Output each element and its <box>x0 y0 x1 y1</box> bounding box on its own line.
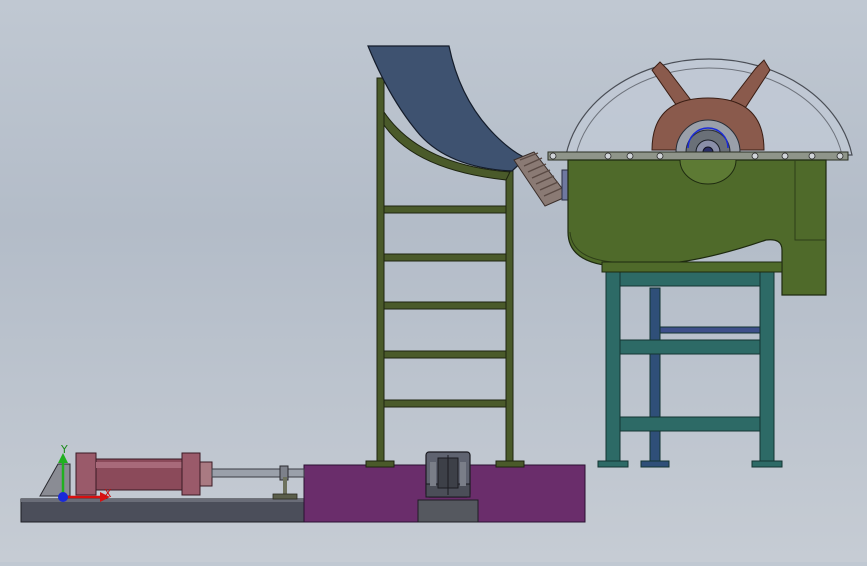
cad-viewport[interactable]: Y X <box>0 0 867 562</box>
assembly-drawing: Y X <box>20 45 853 523</box>
curved-chute <box>367 45 528 181</box>
pillow-block-bearing <box>425 451 471 498</box>
triad-y-label: Y <box>60 443 68 456</box>
hydraulic-cylinder <box>39 452 305 500</box>
triad-x-label: X <box>104 487 112 500</box>
machine-stand <box>597 267 783 468</box>
base-plate <box>20 498 308 523</box>
